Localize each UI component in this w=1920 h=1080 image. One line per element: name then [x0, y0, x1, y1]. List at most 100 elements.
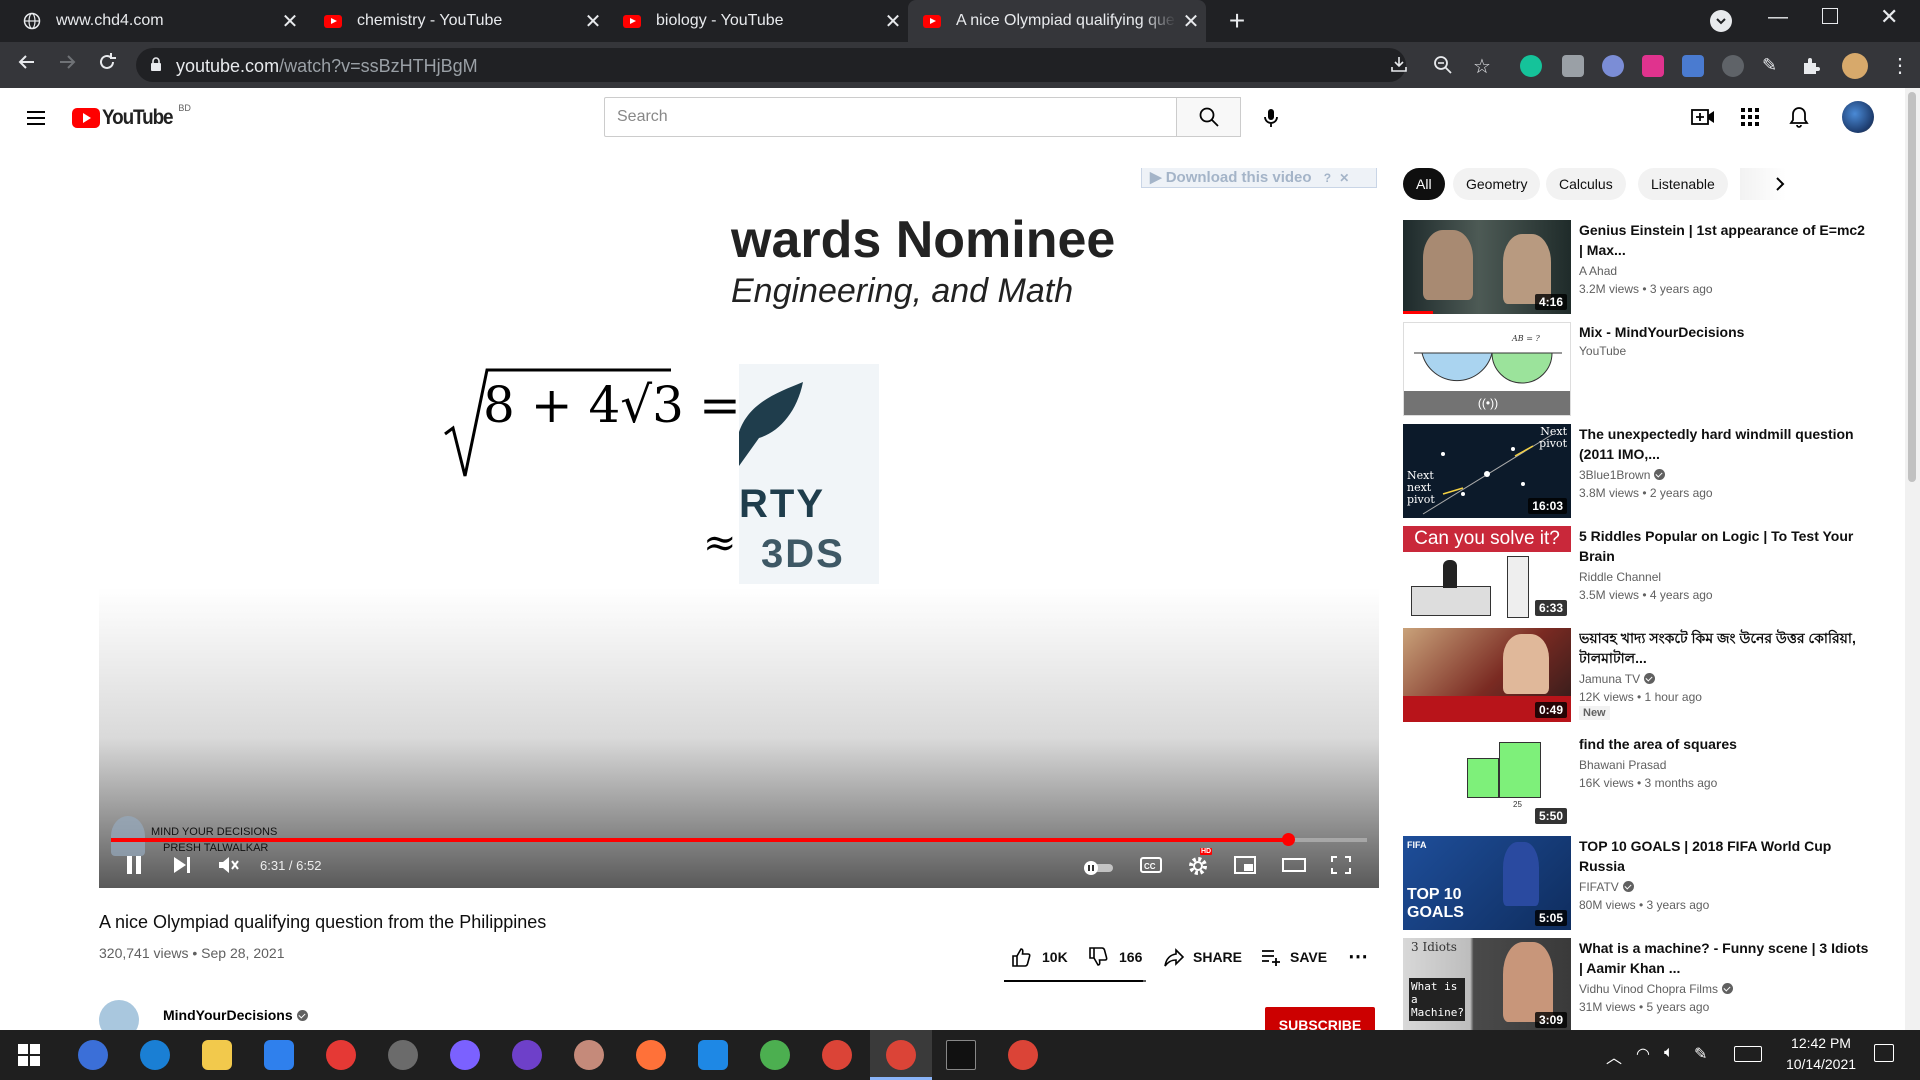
wifi-icon[interactable]: ◠ [1636, 1044, 1650, 1064]
suggestion-item[interactable]: 25 5:50 find the area of squares Bhawani… [1403, 734, 1873, 830]
tab-biology[interactable]: biology - YouTube ✕ [608, 0, 908, 42]
page-scrollbar-thumb[interactable] [1908, 92, 1916, 482]
search-button[interactable] [1177, 97, 1241, 137]
grammarly-extension-icon[interactable] [1520, 55, 1542, 77]
install-icon[interactable] [1390, 55, 1408, 78]
voice-search-button[interactable] [1257, 104, 1285, 132]
app-icon[interactable] [760, 1040, 790, 1070]
youtube-logo[interactable]: YouTube BD [72, 103, 191, 130]
dislike-button[interactable]: 166 [1087, 946, 1142, 968]
tab-search-button[interactable] [1710, 10, 1732, 32]
miniplayer-button[interactable] [1233, 854, 1257, 882]
mute-button[interactable] [217, 854, 241, 882]
play-extension-icon[interactable] [1642, 55, 1664, 77]
suggestion-item[interactable]: FIFA TOP 10 GOALS 5:05 TOP 10 GOALS | 20… [1403, 836, 1873, 932]
duration-badge: 4:16 [1534, 294, 1567, 310]
terminal-icon[interactable] [946, 1040, 976, 1070]
app-icon[interactable] [574, 1040, 604, 1070]
suggestion-item[interactable]: AB = ? ((•)) Mix - MindYourDecisions You… [1403, 322, 1873, 418]
pen-extension-icon[interactable]: ✎ [1762, 55, 1784, 77]
create-video-icon[interactable] [1690, 104, 1716, 135]
video-player[interactable]: ▶ Download this video ? ✕ wards Nominee … [99, 168, 1379, 888]
chrome-icon[interactable] [1008, 1040, 1038, 1070]
pen-icon[interactable]: ✎ [1694, 1044, 1707, 1064]
subtitles-button[interactable]: CC [1139, 854, 1163, 882]
save-button[interactable]: SAVE [1260, 946, 1327, 968]
keyboard-icon[interactable] [1734, 1046, 1762, 1062]
close-tab-icon[interactable]: ✕ [1176, 9, 1206, 34]
hamburger-menu-icon[interactable] [24, 106, 48, 135]
search-input[interactable]: Search [604, 97, 1177, 137]
qbittorrent-icon[interactable] [78, 1040, 108, 1070]
tab-chd4[interactable]: www.chd4.com ✕ [0, 0, 305, 42]
notifications-bell-icon[interactable] [1787, 104, 1811, 135]
tab-chemistry[interactable]: chemistry - YouTube ✕ [305, 0, 608, 42]
close-overlay-icon[interactable]: ✕ [1339, 171, 1349, 185]
address-bar[interactable]: youtube.com/watch?v=ssBzHTHjBgM [136, 48, 1408, 82]
apps-grid-icon[interactable] [1739, 106, 1761, 133]
settings-button[interactable]: HD [1186, 848, 1213, 884]
download-extension-icon[interactable] [1682, 55, 1704, 77]
help-icon[interactable]: ? [1324, 171, 1331, 185]
suggestion-item[interactable]: Can you solve it? 6:33 5 Riddles Popular… [1403, 526, 1873, 622]
progress-bar[interactable] [111, 833, 1367, 846]
puzzle-extensions-icon[interactable] [1800, 55, 1822, 77]
channel-name[interactable]: MindYourDecisions [163, 1007, 308, 1023]
mail-icon[interactable] [264, 1040, 294, 1070]
account-avatar[interactable] [1842, 101, 1874, 133]
zoom-icon[interactable] [1433, 55, 1453, 80]
more-actions-icon[interactable]: ⋯ [1348, 944, 1368, 969]
like-button[interactable]: 10K [1010, 946, 1068, 968]
github-desktop-icon[interactable] [512, 1040, 542, 1070]
close-window-button[interactable]: ✕ [1880, 4, 1898, 30]
chrome-icon[interactable] [886, 1040, 916, 1070]
chrome-icon[interactable] [822, 1040, 852, 1070]
chip-geometry[interactable]: Geometry [1453, 168, 1541, 200]
notification-center-icon[interactable] [1874, 1044, 1894, 1062]
autoplay-toggle[interactable] [1083, 856, 1115, 882]
close-tab-icon[interactable]: ✕ [878, 9, 908, 34]
pause-button[interactable] [123, 854, 145, 882]
chips-next-button[interactable] [1768, 172, 1792, 201]
chip-listenable[interactable]: Listenable [1638, 168, 1728, 200]
suggestion-item[interactable]: Next pivot Next next pivot 16:03 The une… [1403, 424, 1873, 520]
theater-mode-button[interactable] [1281, 854, 1307, 882]
chip-calculus[interactable]: Calculus [1546, 168, 1626, 200]
new-tab-button[interactable]: + [1222, 6, 1252, 36]
next-button[interactable] [171, 854, 193, 882]
back-button[interactable] [12, 50, 42, 80]
restore-button[interactable] [1822, 8, 1838, 24]
firefox-icon[interactable] [636, 1040, 666, 1070]
volume-icon[interactable]: 🔈︎ [1664, 1044, 1674, 1062]
windows-start-icon[interactable] [18, 1044, 40, 1071]
tray-chevron-up-icon[interactable]: ︿ [1606, 1044, 1622, 1068]
camera-extension-icon[interactable] [1562, 55, 1584, 77]
messenger-icon[interactable] [450, 1040, 480, 1070]
fullscreen-button[interactable] [1329, 854, 1353, 882]
share-button[interactable]: SHARE [1163, 946, 1242, 968]
more-vert-icon[interactable]: ⋮ [1890, 53, 1910, 78]
download-video-overlay[interactable]: ▶ Download this video ? ✕ [1141, 168, 1377, 188]
file-explorer-icon[interactable] [202, 1040, 232, 1070]
suggestion-item[interactable]: 4:16 Genius Einstein | 1st appearance of… [1403, 220, 1873, 316]
taskbar-date[interactable]: 10/14/2021 [1776, 1056, 1866, 1072]
bookmark-star-icon[interactable]: ☆ [1473, 54, 1491, 79]
opera-icon[interactable] [326, 1040, 356, 1070]
forward-button[interactable] [52, 50, 82, 80]
minimize-button[interactable]: — [1768, 6, 1788, 29]
taskbar-time[interactable]: 12:42 PM [1776, 1035, 1866, 1051]
suggestion-item[interactable]: 3 Idiots What is a Machine? 3:09 What is… [1403, 938, 1873, 1034]
chip-all[interactable]: All [1403, 168, 1445, 200]
edge-icon[interactable] [140, 1040, 170, 1070]
close-tab-icon[interactable]: ✕ [275, 9, 305, 34]
tab-olympiad-active[interactable]: A nice Olympiad qualifying quest ✕ [908, 0, 1206, 42]
profile-avatar[interactable] [1842, 53, 1868, 79]
close-tab-icon[interactable]: ✕ [578, 9, 608, 34]
extension-icon[interactable] [1602, 55, 1624, 77]
progress-scrubber[interactable] [1281, 833, 1295, 846]
suggestion-item[interactable]: 0:49 ভয়াবহ খাদ্য সংকটে কিম জং উনের উত্ত… [1403, 628, 1873, 728]
vscode-icon[interactable] [698, 1040, 728, 1070]
extension-icon[interactable] [1722, 55, 1744, 77]
reload-button[interactable] [92, 50, 122, 80]
app-icon[interactable] [388, 1040, 418, 1070]
